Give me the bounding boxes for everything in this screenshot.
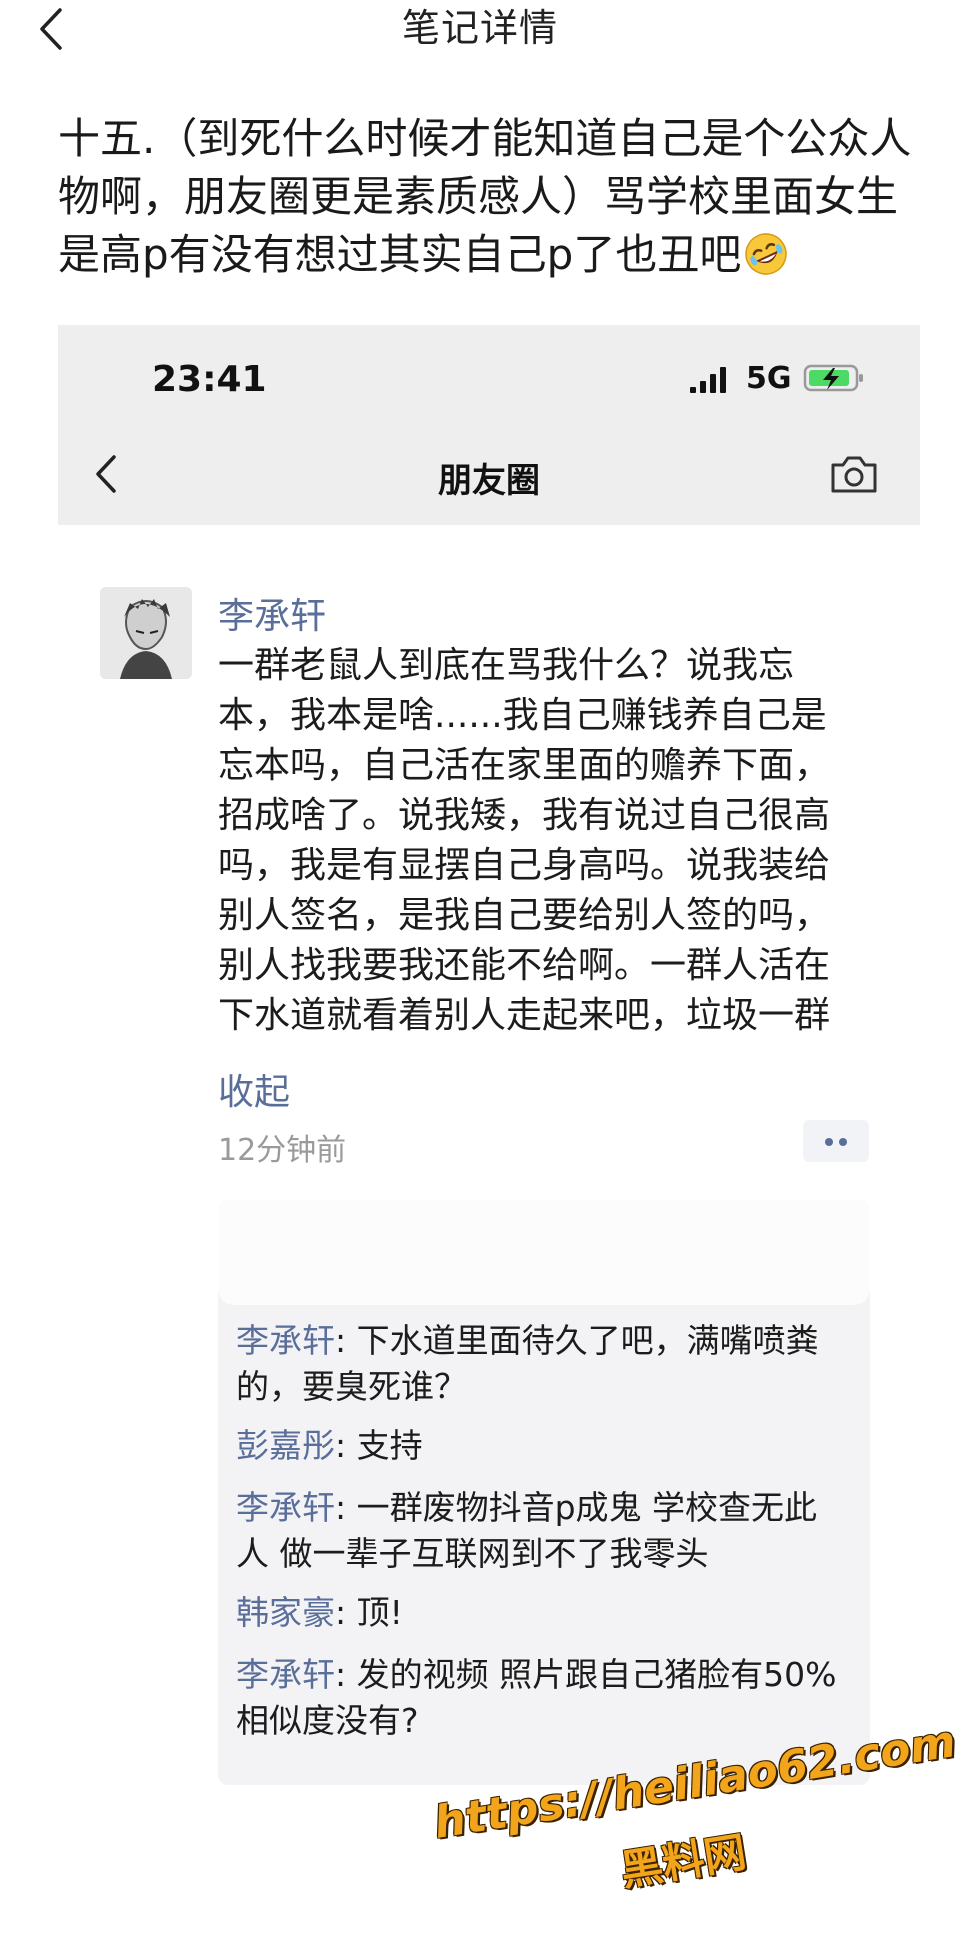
comment-author[interactable]: 李承轩 — [236, 1321, 335, 1360]
comment-item: 李承轩: 一群废物抖音p成鬼 学校查无此 人 做一辈子互联网到不了我零头 — [236, 1485, 856, 1577]
comment-text: 相似度没有? — [236, 1701, 419, 1740]
post-timestamp: 12分钟前 — [218, 1133, 347, 1168]
app-header: 笔记详情 — [0, 0, 960, 84]
moments-title: 朋友圈 — [438, 461, 540, 501]
comment-separator: : — [335, 1426, 357, 1465]
post-author[interactable]: 李承轩 — [218, 587, 326, 639]
note-text: 十五.（到死什么时候才能知道自己是个公众人物啊，朋友圈更是素质感人）骂学校里面女… — [58, 110, 918, 284]
comments-panel: 李承轩: 下水道里面待久了吧，满嘴喷粪 的，要臭死谁？ 彭嘉彤: 支持 李承轩:… — [218, 1200, 870, 1785]
post-line: 忘本吗，自己活在家里面的赡养下面， — [218, 745, 831, 786]
comment-author[interactable]: 彭嘉彤 — [236, 1426, 335, 1465]
post-line: 本，我本是啥......我自己赚钱养自己是 — [218, 695, 827, 736]
signal-bars-icon — [690, 367, 726, 393]
page-title: 笔记详情 — [401, 6, 558, 50]
rolling-on-floor-laughing-icon — [745, 233, 788, 275]
collapse-link[interactable]: 收起 — [218, 1063, 290, 1115]
battery-charging-icon — [803, 364, 863, 392]
comment-separator: : — [335, 1488, 357, 1527]
comment-item: 李承轩: 下水道里面待久了吧，满嘴喷粪 的，要臭死谁？ — [236, 1318, 856, 1410]
status-time: 23:41 — [152, 359, 267, 400]
avatar[interactable] — [100, 587, 192, 679]
comment-text: 一群废物抖音p成鬼 学校查无此 — [356, 1488, 818, 1527]
dot-icon — [825, 1138, 833, 1146]
comment-separator: : — [335, 1321, 357, 1360]
comment-text: 发的视频 照片跟自己猪脸有50% — [356, 1655, 837, 1694]
post-body: 一群老鼠人到底在骂我什么？说我忘 本，我本是啥......我自己赚钱养自己是 忘… — [218, 641, 898, 1041]
more-actions-button[interactable] — [803, 1120, 869, 1162]
comment-item: 李承轩: 发的视频 照片跟自己猪脸有50% 相似度没有? — [236, 1652, 856, 1744]
comment-author[interactable]: 李承轩 — [236, 1488, 335, 1527]
camera-button[interactable] — [828, 451, 880, 497]
status-network: 5G — [746, 361, 792, 396]
comment-item: 韩家豪: 顶! — [236, 1590, 856, 1636]
post-line: 吗，我是有显摆自己身高吗。说我装给 — [218, 845, 831, 886]
avatar-sketch-icon — [100, 587, 192, 679]
post-line: 一群老鼠人到底在骂我什么？说我忘 — [218, 645, 795, 686]
comment-text: 顶! — [356, 1593, 403, 1632]
likes-area — [218, 1200, 870, 1305]
embedded-screenshot: 23:41 5G 朋友圈 李承轩 一群老鼠人到底在骂我什么？说我忘 本，我本是啥… — [58, 325, 920, 1925]
dot-icon — [839, 1138, 847, 1146]
post-line: 下水道就看着别人走起来吧，垃圾一群 — [218, 995, 831, 1036]
post-line: 别人找我要我还能不给啊。一群人活在 — [218, 945, 831, 986]
comment-text: 人 做一辈子互联网到不了我零头 — [236, 1534, 709, 1573]
post-line: 招成啥了。说我矮，我有说过自己很高 — [218, 795, 831, 836]
camera-icon — [831, 456, 877, 493]
post-line: 别人签名，是我自己要给别人签的吗， — [218, 895, 831, 936]
comment-author[interactable]: 李承轩 — [236, 1655, 335, 1694]
comment-item: 彭嘉彤: 支持 — [236, 1423, 856, 1469]
moments-topbar: 23:41 5G 朋友圈 — [58, 325, 920, 525]
comment-separator: : — [335, 1655, 357, 1694]
comment-text: 下水道里面待久了吧，满嘴喷粪 — [356, 1321, 819, 1360]
comment-text: 支持 — [356, 1426, 423, 1465]
comment-separator: : — [335, 1593, 357, 1632]
comment-author[interactable]: 韩家豪 — [236, 1593, 335, 1632]
comment-text: 的，要臭死谁？ — [236, 1367, 467, 1406]
